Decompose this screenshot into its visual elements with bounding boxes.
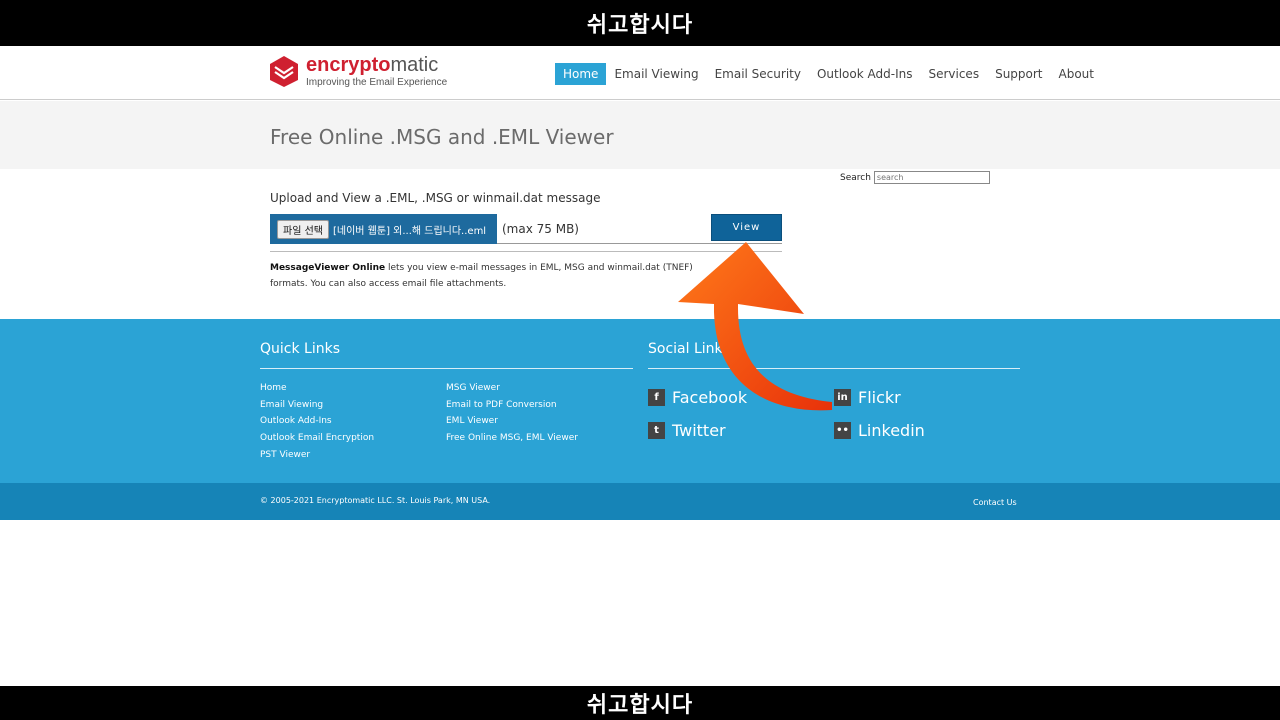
footer-link-home[interactable]: Home: [260, 383, 287, 393]
search-input[interactable]: [873, 171, 990, 184]
title-band: Free Online .MSG and .EML Viewer: [0, 101, 1280, 169]
footer-link-free-online-viewer[interactable]: Free Online MSG, EML Viewer: [446, 433, 578, 443]
copyright-bar: © 2005-2021 Encryptomatic LLC. St. Louis…: [0, 483, 1280, 520]
max-size-note: (max 75 MB): [502, 222, 579, 236]
page-title: Free Online .MSG and .EML Viewer: [270, 125, 614, 149]
top-caption-band: 쉬고합시다: [0, 0, 1280, 46]
product-name: MessageViewer Online: [270, 263, 386, 273]
social-linkedin[interactable]: •• Linkedin: [834, 421, 925, 440]
footer-link-pst-viewer[interactable]: PST Viewer: [260, 450, 310, 460]
nav-email-viewing[interactable]: Email Viewing: [606, 63, 706, 85]
social-label: Twitter: [672, 421, 726, 440]
bottom-caption-band: 쉬고합시다: [0, 686, 1280, 720]
social-links-title: Social Links: [648, 341, 730, 357]
choose-file-button[interactable]: 파일 선택: [277, 219, 329, 239]
linkedin-icon: in: [834, 389, 851, 406]
social-label: Linkedin: [858, 421, 925, 440]
brand-name: encryptomatic: [306, 54, 439, 76]
nav-outlook-add-ins[interactable]: Outlook Add-Ins: [809, 63, 921, 85]
footer-link-eml-viewer[interactable]: EML Viewer: [446, 416, 498, 426]
upload-label: Upload and View a .EML, .MSG or winmail.…: [270, 191, 601, 205]
facebook-icon: f: [648, 389, 665, 406]
footer-link-outlook-add-ins[interactable]: Outlook Add-Ins: [260, 416, 332, 426]
contact-us-link[interactable]: Contact Us: [973, 498, 1017, 507]
view-button[interactable]: View: [711, 214, 782, 241]
site-header: encryptomatic Improving the Email Experi…: [0, 46, 1280, 100]
top-caption: 쉬고합시다: [586, 13, 694, 38]
nav-about[interactable]: About: [1051, 63, 1102, 85]
envelope-logo-icon: [268, 54, 300, 88]
social-flickr[interactable]: in Flickr: [834, 388, 901, 407]
quick-links-title: Quick Links: [260, 341, 341, 357]
copyright-text: © 2005-2021 Encryptomatic LLC. St. Louis…: [260, 496, 491, 505]
flickr-icon: ••: [834, 422, 851, 439]
description: MessageViewer Online lets you view e-mai…: [270, 260, 722, 292]
social-links-rule: [648, 368, 1020, 369]
search-area: Search: [840, 171, 990, 184]
twitter-icon: t: [648, 422, 665, 439]
social-twitter[interactable]: t Twitter: [648, 421, 726, 440]
selected-file-name: [네이버 웹툰] 외...해 드립니다..eml: [332, 225, 487, 237]
footer-link-email-to-pdf[interactable]: Email to PDF Conversion: [446, 400, 557, 410]
social-label: Flickr: [858, 388, 901, 407]
site-footer: Quick Links Home Email Viewing Outlook A…: [0, 319, 1280, 483]
upload-row: 파일 선택 [네이버 웹툰] 외...해 드립니다..eml (max 75 M…: [270, 214, 782, 244]
footer-link-email-viewing[interactable]: Email Viewing: [260, 400, 323, 410]
search-label: Search: [840, 172, 871, 183]
main-nav: Home Email Viewing Email Security Outloo…: [555, 63, 1102, 85]
brand-tagline: Improving the Email Experience: [306, 77, 448, 88]
logo[interactable]: encryptomatic Improving the Email Experi…: [268, 54, 447, 88]
nav-support[interactable]: Support: [987, 63, 1050, 85]
quick-links-rule: [260, 368, 633, 369]
footer-link-outlook-email-encryption[interactable]: Outlook Email Encryption: [260, 433, 374, 443]
bottom-caption: 쉬고합시다: [586, 693, 694, 718]
social-facebook[interactable]: f Facebook: [648, 388, 747, 407]
nav-home[interactable]: Home: [555, 63, 607, 85]
file-picker[interactable]: 파일 선택 [네이버 웹툰] 외...해 드립니다..eml: [270, 214, 497, 244]
footer-link-msg-viewer[interactable]: MSG Viewer: [446, 383, 500, 393]
nav-email-security[interactable]: Email Security: [707, 63, 809, 85]
nav-services[interactable]: Services: [920, 63, 987, 85]
web-page: encryptomatic Improving the Email Experi…: [0, 46, 1280, 686]
social-label: Facebook: [672, 388, 748, 407]
divider: [270, 251, 782, 252]
